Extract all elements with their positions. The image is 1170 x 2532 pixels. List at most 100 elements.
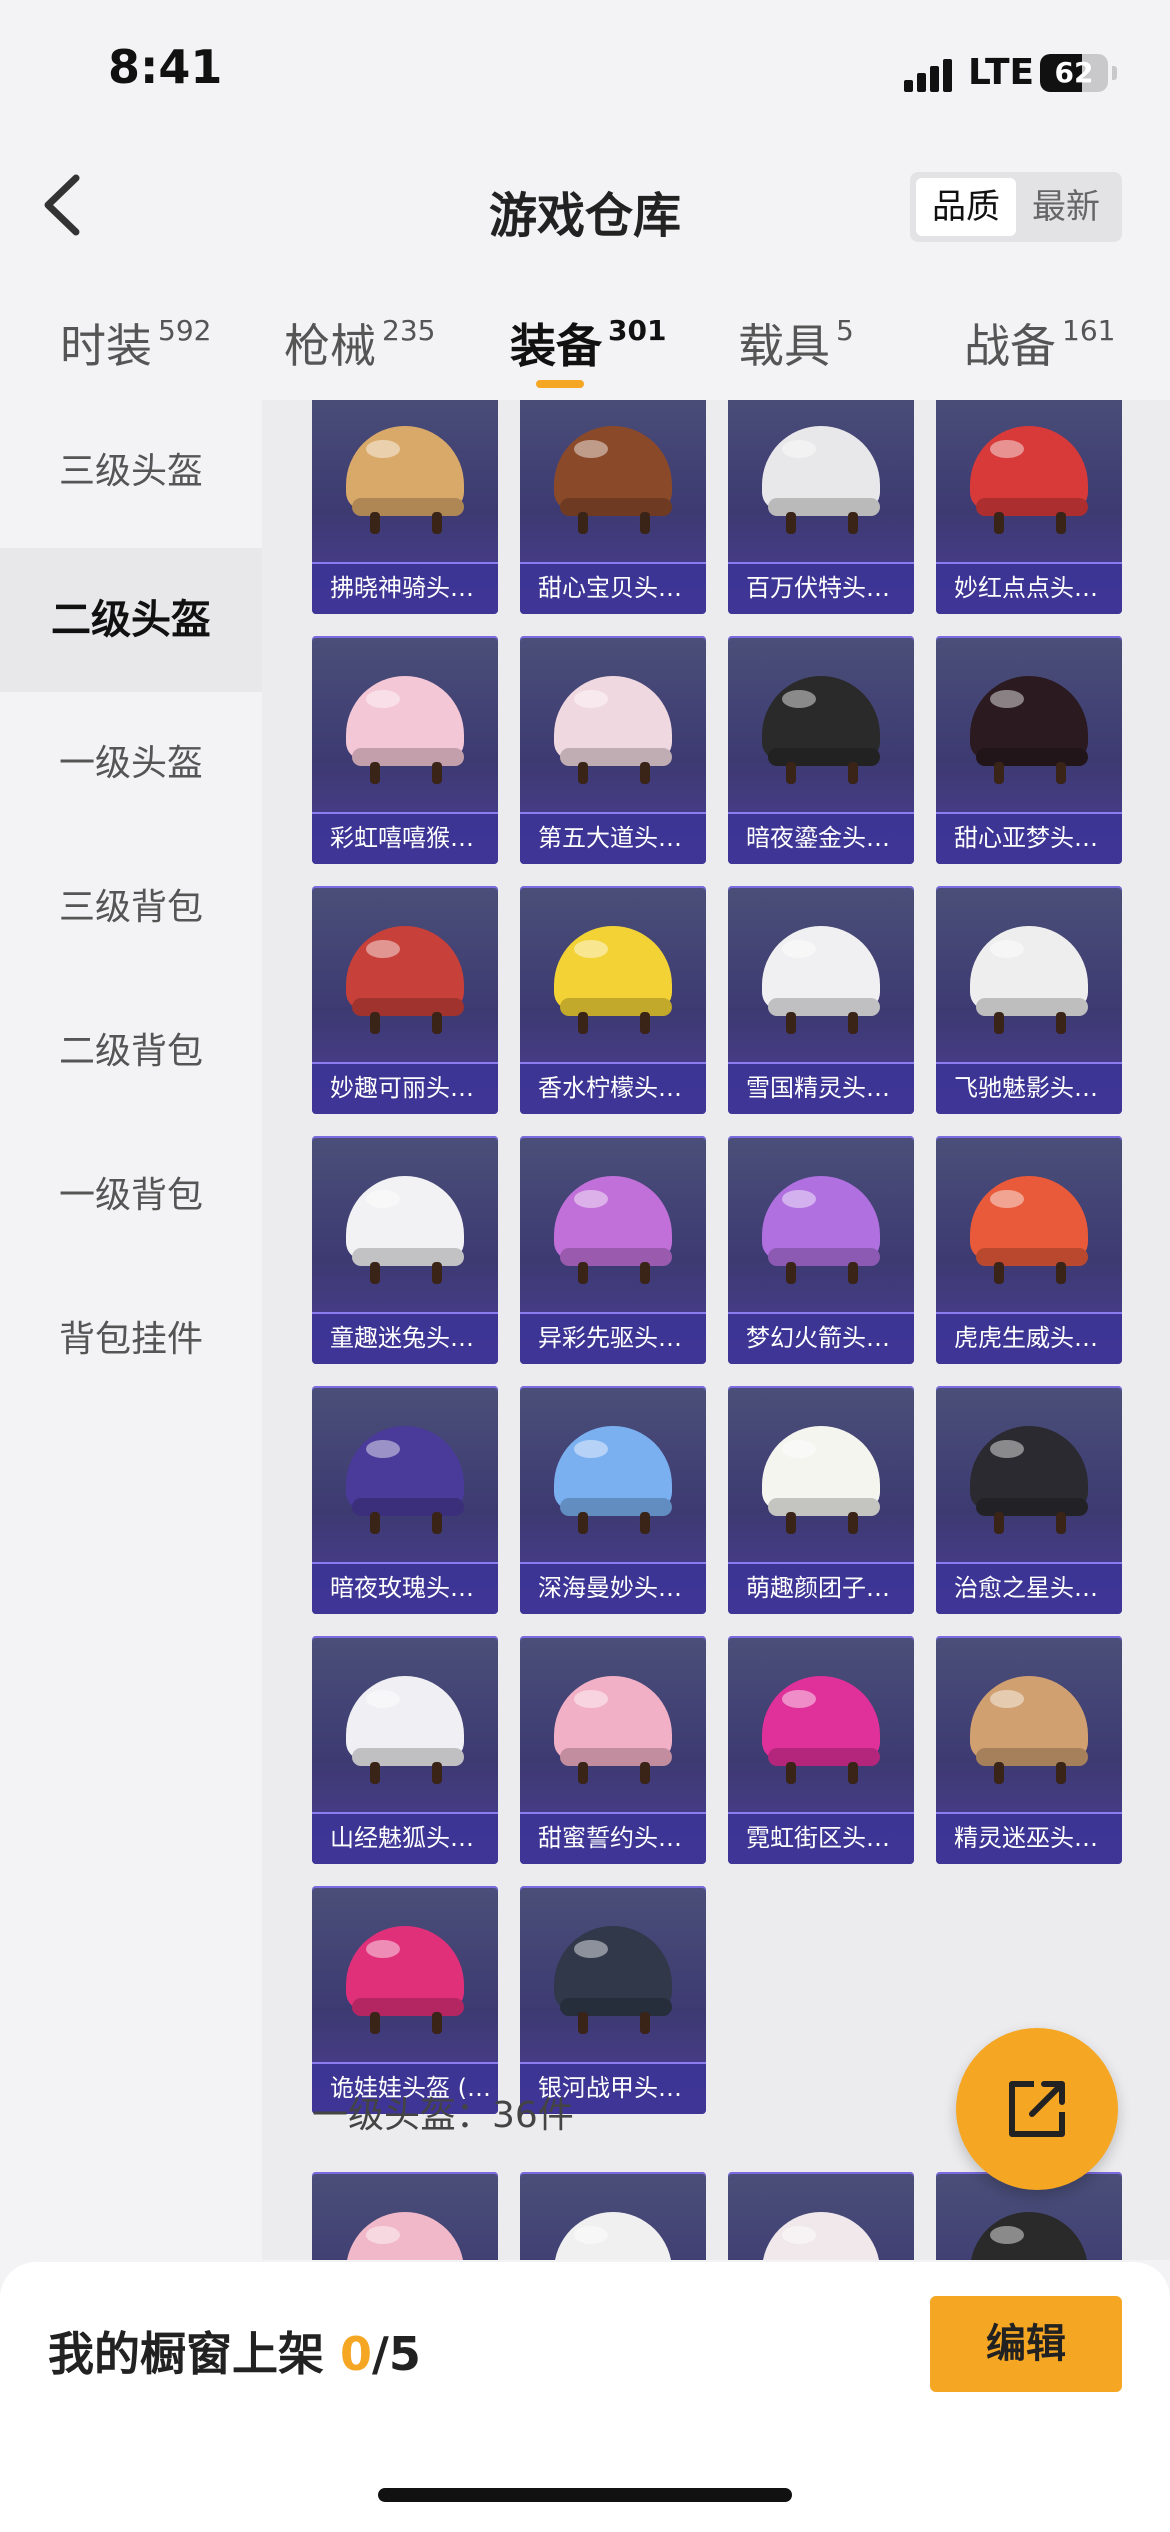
helmet-icon bbox=[346, 2212, 464, 2260]
item-card[interactable]: 诡娃娃头盔 (… bbox=[312, 1886, 498, 2114]
helmet-icon bbox=[554, 426, 672, 534]
battery-percent: 62 bbox=[1054, 56, 1094, 89]
item-card[interactable] bbox=[312, 2172, 498, 2260]
item-card[interactable]: 童趣迷兔头… bbox=[312, 1136, 498, 1364]
item-card[interactable]: 梦幻火箭头… bbox=[728, 1136, 914, 1364]
item-name: 萌趣颜团子… bbox=[728, 1562, 914, 1614]
item-name: 飞驰魅影头… bbox=[936, 1062, 1122, 1114]
helmet-icon bbox=[554, 1176, 672, 1284]
item-card[interactable]: 甜蜜誓约头… bbox=[520, 1636, 706, 1864]
item-card[interactable]: 治愈之星头… bbox=[936, 1386, 1122, 1614]
tab-count: 5 bbox=[836, 313, 854, 347]
item-name: 百万伏特头… bbox=[728, 562, 914, 614]
item-card[interactable]: 暗夜玫瑰头… bbox=[312, 1386, 498, 1614]
item-name: 彩虹嘻嘻猴… bbox=[312, 812, 498, 864]
item-name: 甜蜜誓约头… bbox=[520, 1812, 706, 1864]
item-name: 暗夜鎏金头… bbox=[728, 812, 914, 864]
item-card[interactable]: 深海曼妙头… bbox=[520, 1386, 706, 1614]
item-name: 香水柠檬头… bbox=[520, 1062, 706, 1114]
sort-quality-button[interactable]: 品质 bbox=[916, 178, 1016, 236]
sidebar-item-backpack-charm[interactable]: 背包挂件 bbox=[0, 1268, 262, 1412]
item-card[interactable] bbox=[520, 2172, 706, 2260]
back-icon[interactable] bbox=[36, 170, 96, 240]
helmet-icon bbox=[762, 1676, 880, 1784]
sidebar-item-level3-backpack[interactable]: 三级背包 bbox=[0, 836, 262, 980]
network-label: LTE bbox=[968, 52, 1035, 93]
item-card[interactable]: 甜心亚梦头… bbox=[936, 636, 1122, 864]
tab-count: 301 bbox=[608, 313, 667, 347]
item-card[interactable]: 精灵迷巫头… bbox=[936, 1636, 1122, 1864]
item-card[interactable]: 第五大道头… bbox=[520, 636, 706, 864]
helmet-icon bbox=[554, 676, 672, 784]
item-card[interactable]: 百万伏特头… bbox=[728, 400, 914, 614]
sort-newest-button[interactable]: 最新 bbox=[1016, 178, 1116, 236]
item-card[interactable]: 银河战甲头… bbox=[520, 1886, 706, 2114]
tab-vehicles[interactable]: 载具 5 bbox=[738, 310, 854, 376]
sidebar: 三级头盔 二级头盔 一级头盔 三级背包 二级背包 一级背包 背包挂件 bbox=[0, 400, 262, 2260]
item-grid: 拂晓神骑头… 甜心宝贝头… 百万伏特头… 妙红点点头… 彩虹嘻嘻猴… 第五大道头… 暗夜鎏金… bbox=[262, 400, 1170, 2260]
helmet-icon bbox=[762, 1176, 880, 1284]
tab-label: 战备 bbox=[964, 319, 1056, 373]
item-card[interactable]: 暗夜鎏金头… bbox=[728, 636, 914, 864]
item-card[interactable]: 妙红点点头… bbox=[936, 400, 1122, 614]
status-time: 8:41 bbox=[108, 40, 223, 94]
item-name: 深海曼妙头… bbox=[520, 1562, 706, 1614]
item-card[interactable]: 雪国精灵头… bbox=[728, 886, 914, 1114]
sidebar-item-level1-helmet[interactable]: 一级头盔 bbox=[0, 692, 262, 836]
item-name: 山经魅狐头… bbox=[312, 1812, 498, 1864]
item-name: 霓虹街区头… bbox=[728, 1812, 914, 1864]
item-card[interactable]: 山经魅狐头… bbox=[312, 1636, 498, 1864]
item-card[interactable]: 虎虎生威头… bbox=[936, 1136, 1122, 1364]
item-card[interactable]: 飞驰魅影头… bbox=[936, 886, 1122, 1114]
item-card[interactable]: 香水柠檬头… bbox=[520, 886, 706, 1114]
edit-button[interactable]: 编辑 bbox=[930, 2296, 1122, 2392]
item-card[interactable]: 霓虹街区头… bbox=[728, 1636, 914, 1864]
item-card[interactable]: 拂晓神骑头… bbox=[312, 400, 498, 614]
sidebar-item-level2-helmet[interactable]: 二级头盔 bbox=[0, 548, 262, 692]
item-card[interactable]: 萌趣颜团子… bbox=[728, 1386, 914, 1614]
helmet-icon bbox=[970, 1176, 1088, 1284]
share-icon bbox=[1009, 2081, 1065, 2137]
item-name: 童趣迷兔头… bbox=[312, 1312, 498, 1364]
item-card[interactable]: 彩虹嘻嘻猴… bbox=[312, 636, 498, 864]
helmet-icon bbox=[346, 1426, 464, 1534]
sidebar-item-level3-helmet[interactable]: 三级头盔 bbox=[0, 400, 262, 544]
helmet-icon bbox=[554, 1926, 672, 2034]
item-name: 拂晓神骑头… bbox=[312, 562, 498, 614]
tab-fashion[interactable]: 时装 592 bbox=[60, 310, 211, 376]
item-card[interactable]: 甜心宝贝头… bbox=[520, 400, 706, 614]
helmet-icon bbox=[346, 1676, 464, 1784]
helmet-icon bbox=[554, 1426, 672, 1534]
battery-tip bbox=[1112, 66, 1117, 80]
helmet-icon bbox=[970, 1676, 1088, 1784]
bottom-bar: 我的橱窗上架 0/5 编辑 bbox=[0, 2262, 1170, 2532]
helmet-icon bbox=[970, 926, 1088, 1034]
status-bar: 8:41 LTE 62 bbox=[0, 0, 1170, 150]
item-name: 雪国精灵头… bbox=[728, 1062, 914, 1114]
item-name: 异彩先驱头… bbox=[520, 1312, 706, 1364]
item-card[interactable] bbox=[728, 2172, 914, 2260]
shelf-count: 0 bbox=[340, 2327, 373, 2381]
category-tabs: 时装 592 枪械 235 装备 301 载具 5 战备 161 bbox=[0, 290, 1170, 400]
helmet-icon bbox=[554, 926, 672, 1034]
sort-toggle: 品质 最新 bbox=[910, 172, 1122, 242]
tab-supplies[interactable]: 战备 161 bbox=[964, 310, 1115, 376]
item-name: 梦幻火箭头… bbox=[728, 1312, 914, 1364]
helmet-icon bbox=[970, 1426, 1088, 1534]
helmet-icon bbox=[762, 1426, 880, 1534]
sidebar-item-level2-backpack[interactable]: 二级背包 bbox=[0, 980, 262, 1124]
helmet-icon bbox=[762, 426, 880, 534]
tab-guns[interactable]: 枪械 235 bbox=[284, 310, 435, 376]
share-button[interactable] bbox=[956, 2028, 1118, 2190]
item-name: 治愈之星头… bbox=[936, 1562, 1122, 1614]
helmet-icon bbox=[970, 2212, 1088, 2260]
tab-equipment[interactable]: 装备 301 bbox=[510, 310, 666, 376]
section-label: 一级头盔：36件 bbox=[312, 2095, 574, 2136]
sidebar-item-level1-backpack[interactable]: 一级背包 bbox=[0, 1124, 262, 1268]
shelf-status: 我的橱窗上架 0/5 bbox=[48, 2318, 421, 2384]
item-name: 妙趣可丽头… bbox=[312, 1062, 498, 1114]
item-card[interactable]: 异彩先驱头… bbox=[520, 1136, 706, 1364]
tab-label: 时装 bbox=[60, 319, 152, 373]
item-card[interactable]: 妙趣可丽头… bbox=[312, 886, 498, 1114]
tab-label: 枪械 bbox=[284, 319, 376, 373]
